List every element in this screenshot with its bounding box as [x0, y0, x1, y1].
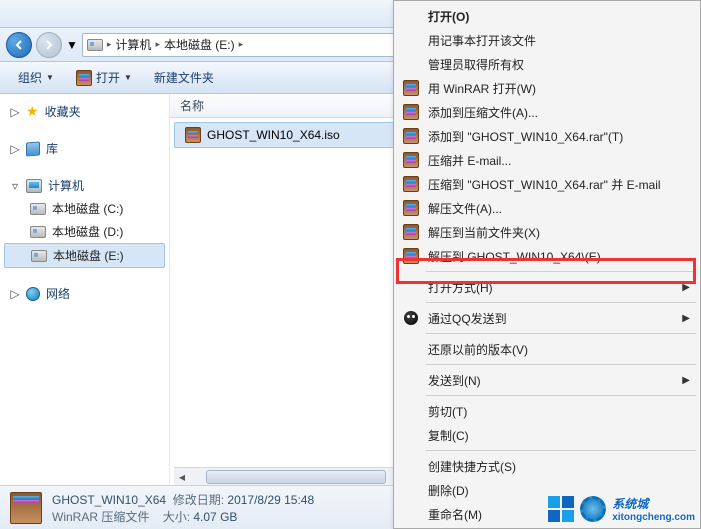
menu-admin[interactable]: 管理员取得所有权 — [396, 52, 698, 76]
watermark-url: xitongcheng.com — [612, 512, 695, 523]
sidebar-network[interactable]: ▷网络 — [0, 282, 169, 305]
menu-extract-here[interactable]: 解压到当前文件夹(X) — [396, 220, 698, 244]
menu-winrar-open[interactable]: 用 WinRAR 打开(W) — [396, 76, 698, 100]
breadcrumb-drive[interactable]: 本地磁盘 (E:) — [164, 36, 235, 53]
gear-icon — [580, 496, 606, 522]
menu-extract-to[interactable]: 解压到 GHOST_WIN10_X64\(E) — [396, 244, 698, 268]
submenu-arrow-icon: ▶ — [682, 313, 690, 324]
open-button[interactable]: 打开 ▼ — [68, 66, 140, 89]
winrar-icon — [403, 200, 419, 216]
drive-icon — [87, 39, 103, 51]
drive-icon — [30, 203, 46, 215]
winrar-icon — [10, 492, 42, 524]
winrar-icon — [403, 104, 419, 120]
watermark-brand: 系统城 — [612, 497, 648, 511]
scroll-left-icon[interactable]: ◂ — [174, 469, 190, 485]
sidebar-favorites[interactable]: ▷★收藏夹 — [0, 100, 169, 123]
menu-separator — [426, 450, 696, 451]
menu-separator — [426, 364, 696, 365]
drive-icon — [31, 250, 47, 262]
winrar-icon — [185, 127, 201, 143]
sidebar-drive-e[interactable]: 本地磁盘 (E:) — [4, 243, 165, 268]
context-menu: 打开(O) 用记事本打开该文件 管理员取得所有权 用 WinRAR 打开(W) … — [393, 0, 701, 529]
logo-square-icon — [562, 510, 574, 522]
menu-add-archive[interactable]: 添加到压缩文件(A)... — [396, 100, 698, 124]
menu-compress-to-email[interactable]: 压缩到 "GHOST_WIN10_X64.rar" 并 E-mail — [396, 172, 698, 196]
forward-button[interactable] — [36, 32, 62, 58]
logo-square-icon — [548, 496, 560, 508]
sidebar-computer[interactable]: ▿计算机 — [0, 174, 169, 197]
logo-square-icon — [548, 510, 560, 522]
status-text: GHOST_WIN10_X64 修改日期: 2017/8/29 15:48 Wi… — [52, 491, 314, 525]
menu-separator — [426, 302, 696, 303]
winrar-icon — [403, 152, 419, 168]
menu-separator — [426, 333, 696, 334]
winrar-icon — [403, 128, 419, 144]
menu-extract-files[interactable]: 解压文件(A)... — [396, 196, 698, 220]
sidebar-drive-d[interactable]: 本地磁盘 (D:) — [0, 220, 169, 243]
chevron-right-icon: ▸ — [155, 39, 160, 50]
winrar-icon — [76, 70, 92, 86]
menu-open[interactable]: 打开(O) — [396, 4, 698, 28]
qq-icon — [404, 311, 418, 325]
collapse-icon: ▷ — [10, 107, 20, 117]
submenu-arrow-icon: ▶ — [682, 282, 690, 293]
sidebar-drive-c[interactable]: 本地磁盘 (C:) — [0, 197, 169, 220]
organize-button[interactable]: 组织 ▼ — [10, 66, 62, 89]
menu-send-to[interactable]: 发送到(N)▶ — [396, 368, 698, 392]
star-icon: ★ — [26, 103, 39, 120]
expand-icon: ▿ — [10, 181, 20, 191]
sidebar-libraries[interactable]: ▷库 — [0, 137, 169, 160]
winrar-icon — [403, 224, 419, 240]
history-dropdown-icon[interactable]: ▼ — [66, 38, 78, 52]
collapse-icon: ▷ — [10, 144, 20, 154]
menu-open-with[interactable]: 打开方式(H)▶ — [396, 275, 698, 299]
network-icon — [26, 287, 40, 301]
menu-notepad[interactable]: 用记事本打开该文件 — [396, 28, 698, 52]
winrar-icon — [403, 248, 419, 264]
menu-cut[interactable]: 剪切(T) — [396, 399, 698, 423]
chevron-right-icon: ▸ — [239, 39, 244, 50]
scroll-thumb[interactable] — [206, 470, 386, 484]
submenu-arrow-icon: ▶ — [682, 375, 690, 386]
winrar-icon — [403, 80, 419, 96]
menu-separator — [426, 395, 696, 396]
menu-shortcut[interactable]: 创建快捷方式(S) — [396, 454, 698, 478]
computer-icon — [26, 179, 42, 193]
collapse-icon: ▷ — [10, 289, 20, 299]
logo-square-icon — [562, 496, 574, 508]
file-name: GHOST_WIN10_X64.iso — [207, 128, 340, 142]
chevron-right-icon: ▸ — [107, 39, 112, 50]
menu-add-to[interactable]: 添加到 "GHOST_WIN10_X64.rar"(T) — [396, 124, 698, 148]
menu-separator — [426, 271, 696, 272]
menu-copy[interactable]: 复制(C) — [396, 423, 698, 447]
breadcrumb-computer[interactable]: 计算机 — [115, 36, 151, 53]
menu-compress-email[interactable]: 压缩并 E-mail... — [396, 148, 698, 172]
newfolder-button[interactable]: 新建文件夹 — [146, 66, 222, 89]
watermark: 系统城 xitongcheng.com — [548, 495, 695, 523]
back-button[interactable] — [6, 32, 32, 58]
menu-qq-send[interactable]: 通过QQ发送到▶ — [396, 306, 698, 330]
winrar-icon — [403, 176, 419, 192]
drive-icon — [30, 226, 46, 238]
sidebar: ▷★收藏夹 ▷库 ▿计算机 本地磁盘 (C:) 本地磁盘 (D:) 本地磁盘 (… — [0, 94, 170, 485]
library-icon — [26, 141, 40, 156]
menu-restore[interactable]: 还原以前的版本(V) — [396, 337, 698, 361]
